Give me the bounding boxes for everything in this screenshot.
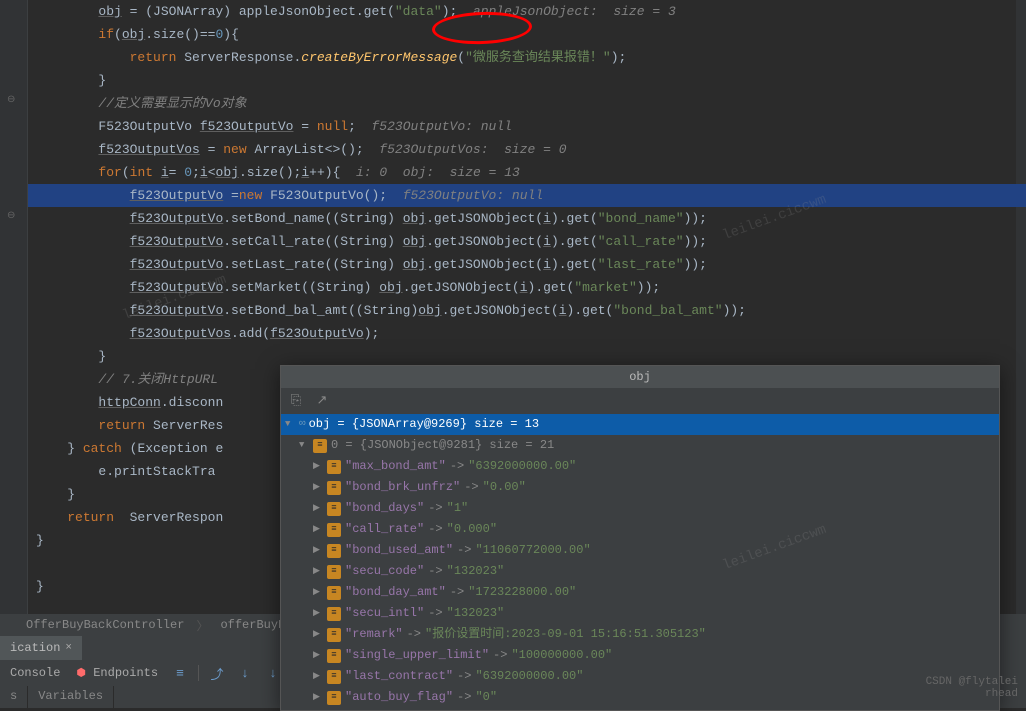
tree-node[interactable]: ≡"secu_intl"->"132023"	[281, 603, 999, 624]
field-icon: ≡	[327, 670, 341, 684]
expand-icon[interactable]	[313, 583, 327, 602]
expand-icon[interactable]	[313, 478, 327, 497]
code-line: f523OutputVo.setBond_bal_amt((String)obj…	[28, 299, 1026, 322]
expand-icon[interactable]	[313, 625, 327, 644]
filter-icon[interactable]: ≡	[170, 663, 190, 683]
field-icon: ≡	[327, 481, 341, 495]
variable-tree[interactable]: ∞ obj = {JSONArray@9269} size = 13 ≡ 0 =…	[281, 412, 999, 710]
copy-icon[interactable]: ⎘	[287, 391, 305, 409]
tree-node[interactable]: ≡"single_upper_limit"->"100000000.00"	[281, 645, 999, 666]
field-icon: ≡	[327, 607, 341, 621]
console-tab[interactable]: Console	[6, 666, 64, 680]
field-icon: ≡	[313, 439, 327, 453]
expand-icon[interactable]	[313, 457, 327, 476]
code-line: f523OutputVo.setCall_rate((String) obj.g…	[28, 230, 1026, 253]
code-line: f523OutputVo.setBond_name((String) obj.g…	[28, 207, 1026, 230]
debug-popup[interactable]: obj ⎘ ↗ ∞ obj = {JSONArray@9269} size = …	[280, 365, 1000, 711]
field-icon: ≡	[327, 523, 341, 537]
expand-icon[interactable]	[313, 688, 327, 707]
code-line: f523OutputVo.setLast_rate((String) obj.g…	[28, 253, 1026, 276]
nav-icon[interactable]: ↗	[313, 391, 331, 409]
step-icon[interactable]: ⤴	[207, 663, 227, 683]
subtab-variables[interactable]: Variables	[28, 686, 114, 708]
tree-node[interactable]: ≡ 0 = {JSONObject@9281} size = 21	[281, 435, 999, 456]
step-icon[interactable]: ↓	[235, 663, 255, 683]
expand-icon[interactable]	[313, 646, 327, 665]
object-icon: ∞	[299, 415, 306, 434]
watermark-csdn: CSDN @flytalei rhead	[926, 676, 1018, 700]
field-icon: ≡	[327, 460, 341, 474]
popup-title: obj	[281, 366, 999, 388]
popup-toolbar: ⎘ ↗	[281, 388, 999, 412]
expand-icon[interactable]	[299, 436, 313, 455]
field-icon: ≡	[327, 586, 341, 600]
endpoints-icon: ⬢	[76, 668, 86, 680]
tab-application[interactable]: ication ×	[0, 636, 82, 660]
expand-icon[interactable]	[313, 541, 327, 560]
code-line: f523OutputVos = new ArrayList<>(); f523O…	[28, 138, 1026, 161]
tree-node[interactable]: ≡"secu_code"->"132023"	[281, 561, 999, 582]
breadcrumb-item[interactable]: OfferBuyBackController	[20, 618, 190, 632]
tree-node[interactable]: ≡"auto_buy_flag"->"0"	[281, 687, 999, 708]
code-line: if(obj.size()==0){	[28, 23, 1026, 46]
code-line: for(int i= 0;i<obj.size();i++){ i: 0 obj…	[28, 161, 1026, 184]
field-icon: ≡	[327, 565, 341, 579]
editor-gutter: ⊖ ⊖	[0, 0, 28, 708]
expand-icon[interactable]	[313, 562, 327, 581]
expand-icon[interactable]	[285, 415, 299, 434]
code-line: obj = (JSONArray) appleJsonObject.get("d…	[28, 0, 1026, 23]
expand-icon[interactable]	[313, 499, 327, 518]
field-icon: ≡	[327, 544, 341, 558]
tree-node[interactable]: ≡"bond_days"->"1"	[281, 498, 999, 519]
tree-node[interactable]: ≡"bond_day_amt"->"1723228000.00"	[281, 582, 999, 603]
field-icon: ≡	[327, 628, 341, 642]
code-line: return ServerResponse.createByErrorMessa…	[28, 46, 1026, 69]
code-line: f523OutputVo.setMarket((String) obj.getJ…	[28, 276, 1026, 299]
field-icon: ≡	[327, 649, 341, 663]
tree-node[interactable]: ≡"bond_used_amt"->"11060772000.00"	[281, 540, 999, 561]
code-line: //定义需要显示的Vo对象	[28, 92, 1026, 115]
tree-node[interactable]: ≡"call_rate"->"0.000"	[281, 519, 999, 540]
tree-node[interactable]: ≡"bond_brk_unfrz"->"0.00"	[281, 477, 999, 498]
expand-icon[interactable]	[313, 520, 327, 539]
expand-icon[interactable]	[313, 604, 327, 623]
endpoints-tab[interactable]: ⬢ Endpoints	[72, 666, 162, 680]
tree-node[interactable]: ≡"last_contract"->"6392000000.00"	[281, 666, 999, 687]
breadcrumb-separator: 〉	[190, 617, 214, 634]
field-icon: ≡	[327, 691, 341, 705]
code-line-current: f523OutputVo =new F523OutputVo(); f523Ou…	[28, 184, 1026, 207]
subtab[interactable]: s	[0, 686, 28, 708]
code-line: f523OutputVos.add(f523OutputVo);	[28, 322, 1026, 345]
tree-node[interactable]: ≡"max_bond_amt"->"6392000000.00"	[281, 456, 999, 477]
code-line: F523OutputVo f523OutputVo = null; f523Ou…	[28, 115, 1026, 138]
code-line: }	[28, 69, 1026, 92]
field-icon: ≡	[327, 502, 341, 516]
tree-node-root[interactable]: ∞ obj = {JSONArray@9269} size = 13	[281, 414, 999, 435]
tree-node[interactable]: ≡"remark"->"报价设置时间:2023-09-01 15:16:51.3…	[281, 624, 999, 645]
expand-icon[interactable]	[313, 667, 327, 686]
close-icon[interactable]: ×	[65, 642, 72, 654]
